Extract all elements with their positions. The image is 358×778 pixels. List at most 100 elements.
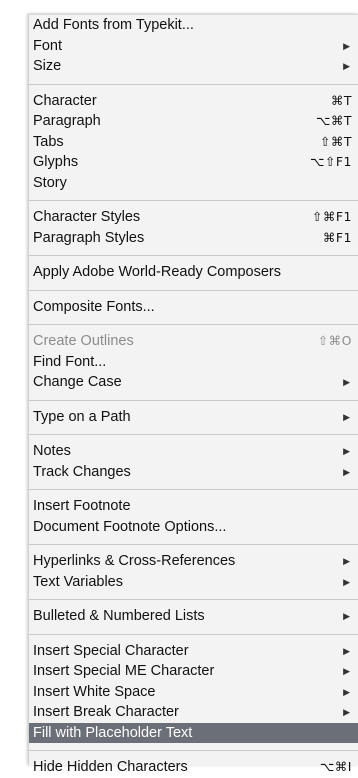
submenu-arrow-icon: ▶ [343,556,350,566]
menu-separator [29,489,358,490]
menu-item-label: Story [33,174,67,191]
menu-item-find-font[interactable]: Find Font... [29,352,358,373]
submenu-arrow-icon: ▶ [343,707,350,717]
menu-separator [29,289,358,291]
menu-item-tabs[interactable]: Tabs ⇧⌘T [29,132,358,153]
menu-item-label: Insert Special ME Character [33,663,215,679]
keyboard-shortcut: ⌥⌘I [319,759,352,774]
menu-item-label: Character [33,92,97,109]
menu-item-bulleted-numbered-lists[interactable]: Bulleted & Numbered Lists ▶ [29,606,358,627]
menu-separator [29,324,358,325]
menu-item-label: Paragraph Styles [33,229,145,246]
menu-item-character[interactable]: Character ⌘T [29,91,358,112]
keyboard-shortcut: ⇧⌘T [319,133,352,149]
menu-item-font[interactable]: Font ▶ [29,36,358,57]
keyboard-shortcut: ⌥⇧F1 [309,154,352,169]
menu-group: Composite Fonts... [29,297,358,318]
menu-item-insert-footnote[interactable]: Insert Footnote [29,496,358,517]
submenu-arrow-icon: ▶ [343,61,350,71]
keyboard-shortcut: ⌘T [330,92,352,108]
menu-item-label: Glyphs [33,154,79,170]
menu-item-label: Fill with Placeholder Text [33,724,193,741]
menu-item-insert-special-character[interactable]: Insert Special Character ▶ [29,641,358,662]
menu-item-label: Find Font... [33,353,107,370]
menu-item-hyperlinks-cross-references[interactable]: Hyperlinks & Cross-References ▶ [29,551,358,572]
menu-separator [29,200,358,201]
menu-group: Create Outlines ⇧⌘O Find Font... Change Cas… [29,331,358,393]
menu-item-label: Document Footnote Options... [33,518,227,535]
menu-item-label: Change Case [33,374,122,390]
submenu-arrow-icon: ▶ [343,377,350,387]
menu-group: Add Fonts from Typekit... Font ▶ Size ▶ [29,15,358,77]
menu-item-label: Track Changes [33,463,131,480]
menu-item-track-changes[interactable]: Track Changes ▶ [29,462,358,483]
menu-item-hide-hidden-characters[interactable]: Hide Hidden Characters ⌥⌘I [29,757,358,778]
menu-group: Notes ▶ Track Changes ▶ [29,441,358,482]
menu-item-label: Apply Adobe World-Ready Composers [33,264,281,280]
menu-item-type-on-a-path[interactable]: Type on a Path ▶ [29,407,358,428]
menu-item-label: Font [33,37,63,54]
menu-item-label: Add Fonts from Typekit... [33,17,194,33]
keyboard-shortcut: ⇧⌘F1 [311,209,352,224]
menu-item-paragraph[interactable]: Paragraph ⌥⌘T [29,111,358,132]
keyboard-shortcut: ⌥⌘T [315,113,352,128]
menu-item-insert-break-character[interactable]: Insert Break Character ▶ [29,702,358,723]
menu-item-size[interactable]: Size ▶ [29,56,358,77]
menu-group: Hyperlinks & Cross-References ▶ Text Varia… [29,551,358,592]
menu-item-text-variables[interactable]: Text Variables ▶ [29,572,358,593]
keyboard-shortcut: ⇧⌘O [317,333,352,348]
menu-group: Insert Special Character ▶ Insert Special … [29,641,358,743]
menu-item-label: Notes [33,443,71,459]
menu-separator [29,399,358,401]
menu-item-document-footnote-options[interactable]: Document Footnote Options... [29,517,358,538]
menu-item-add-fonts-from-typekit[interactable]: Add Fonts from Typekit... [29,15,358,36]
menu-separator [29,434,358,435]
menu-item-create-outlines: Create Outlines ⇧⌘O [29,331,358,352]
menu-item-apply-adobe-world-ready-composers[interactable]: Apply Adobe World-Ready Composers [29,262,358,283]
menu-separator [29,83,358,85]
submenu-arrow-icon: ▶ [343,645,350,656]
menu-separator [29,750,358,751]
menu-item-label: Create Outlines [33,333,134,349]
submenu-arrow-icon: ▶ [343,446,350,456]
menu-item-label: Insert Break Character [33,704,179,720]
menu-group: Character Styles ⇧⌘F1 Paragraph Styles ⌘F1 [29,207,358,248]
menu-item-change-case[interactable]: Change Case ▶ [29,372,358,393]
menu-separator [29,544,358,545]
menu-item-insert-special-me-character[interactable]: Insert Special ME Character ▶ [29,661,358,682]
menu-item-label: Character Styles [33,209,141,225]
menu-item-composite-fonts[interactable]: Composite Fonts... [29,297,358,318]
keyboard-shortcut: ⌘F1 [322,229,352,245]
menu-item-label: Hyperlinks & Cross-References [33,553,236,569]
menu-group: Type on a Path ▶ [29,407,358,428]
menu-item-label: Insert White Space [33,683,156,700]
menu-separator [29,599,358,600]
menu-item-glyphs[interactable]: Glyphs ⌥⇧F1 [29,152,358,173]
menu-group: Insert Footnote Document Footnote Options… [29,496,358,537]
menu-item-character-styles[interactable]: Character Styles ⇧⌘F1 [29,207,358,228]
menu-separator [29,255,358,256]
menu-item-paragraph-styles[interactable]: Paragraph Styles ⌘F1 [29,228,358,249]
menu-item-label: Text Variables [33,573,123,590]
menu-group: Apply Adobe World-Ready Composers [29,262,358,283]
submenu-arrow-icon: ▶ [343,466,350,477]
menu-item-label: Composite Fonts... [33,298,155,315]
menu-item-label: Size [33,58,62,74]
submenu-arrow-icon: ▶ [343,40,350,51]
menu-item-label: Paragraph [33,113,101,129]
menu-item-fill-with-placeholder-text[interactable]: Fill with Placeholder Text [29,722,358,743]
menu-item-label: Hide Hidden Characters [33,759,188,775]
menu-item-label: Insert Special Character [33,642,189,659]
menu-item-insert-white-space[interactable]: Insert White Space ▶ [29,682,358,703]
menu-item-label: Insert Footnote [33,498,131,514]
submenu-arrow-icon: ▶ [343,411,350,422]
menu-group: Character ⌘T Paragraph ⌥⌘T Tabs ⇧⌘T Glyphs ⌥⇧F1… [29,91,358,194]
submenu-arrow-icon: ▶ [343,576,350,587]
menu-item-label: Type on a Path [33,408,131,425]
submenu-arrow-icon: ▶ [343,686,350,697]
type-menu: Add Fonts from Typekit... Font ▶ Size ▶ Chara… [28,14,358,775]
menu-group: Hide Hidden Characters ⌥⌘I [29,757,358,778]
menu-item-label: Bulleted & Numbered Lists [33,608,205,624]
menu-item-notes[interactable]: Notes ▶ [29,441,358,462]
menu-item-story[interactable]: Story [29,173,358,194]
